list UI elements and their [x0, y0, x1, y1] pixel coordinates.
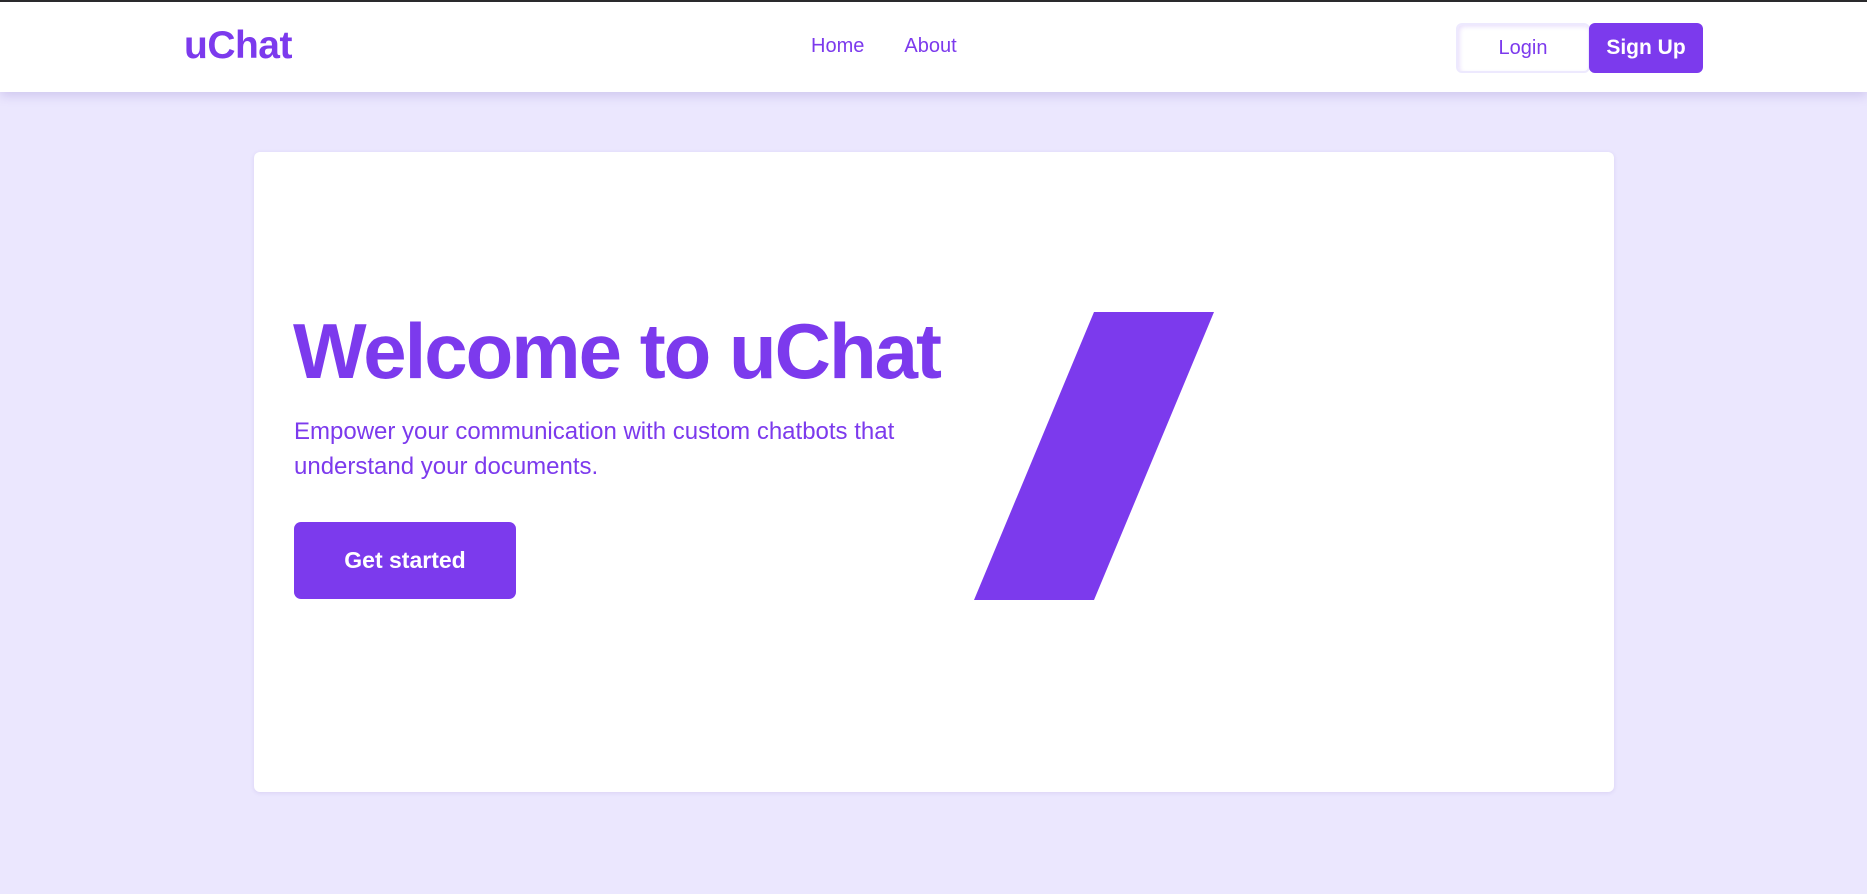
signup-button[interactable]: Sign Up — [1589, 23, 1703, 73]
nav-link-home[interactable]: Home — [811, 36, 864, 56]
login-button[interactable]: Login — [1456, 23, 1590, 73]
hero-title: Welcome to uChat — [293, 307, 942, 395]
nav-links: Home About — [811, 36, 957, 56]
navbar: uChat Home About Login Sign Up — [0, 2, 1867, 92]
hero-card: Welcome to uChat Empower your communicat… — [254, 152, 1614, 792]
nav-link-about[interactable]: About — [904, 36, 956, 56]
parallelogram-graphic — [974, 312, 1214, 600]
get-started-button[interactable]: Get started — [294, 522, 516, 599]
brand-logo[interactable]: uChat — [184, 26, 293, 65]
hero-subtitle: Empower your communication with custom c… — [294, 418, 895, 480]
